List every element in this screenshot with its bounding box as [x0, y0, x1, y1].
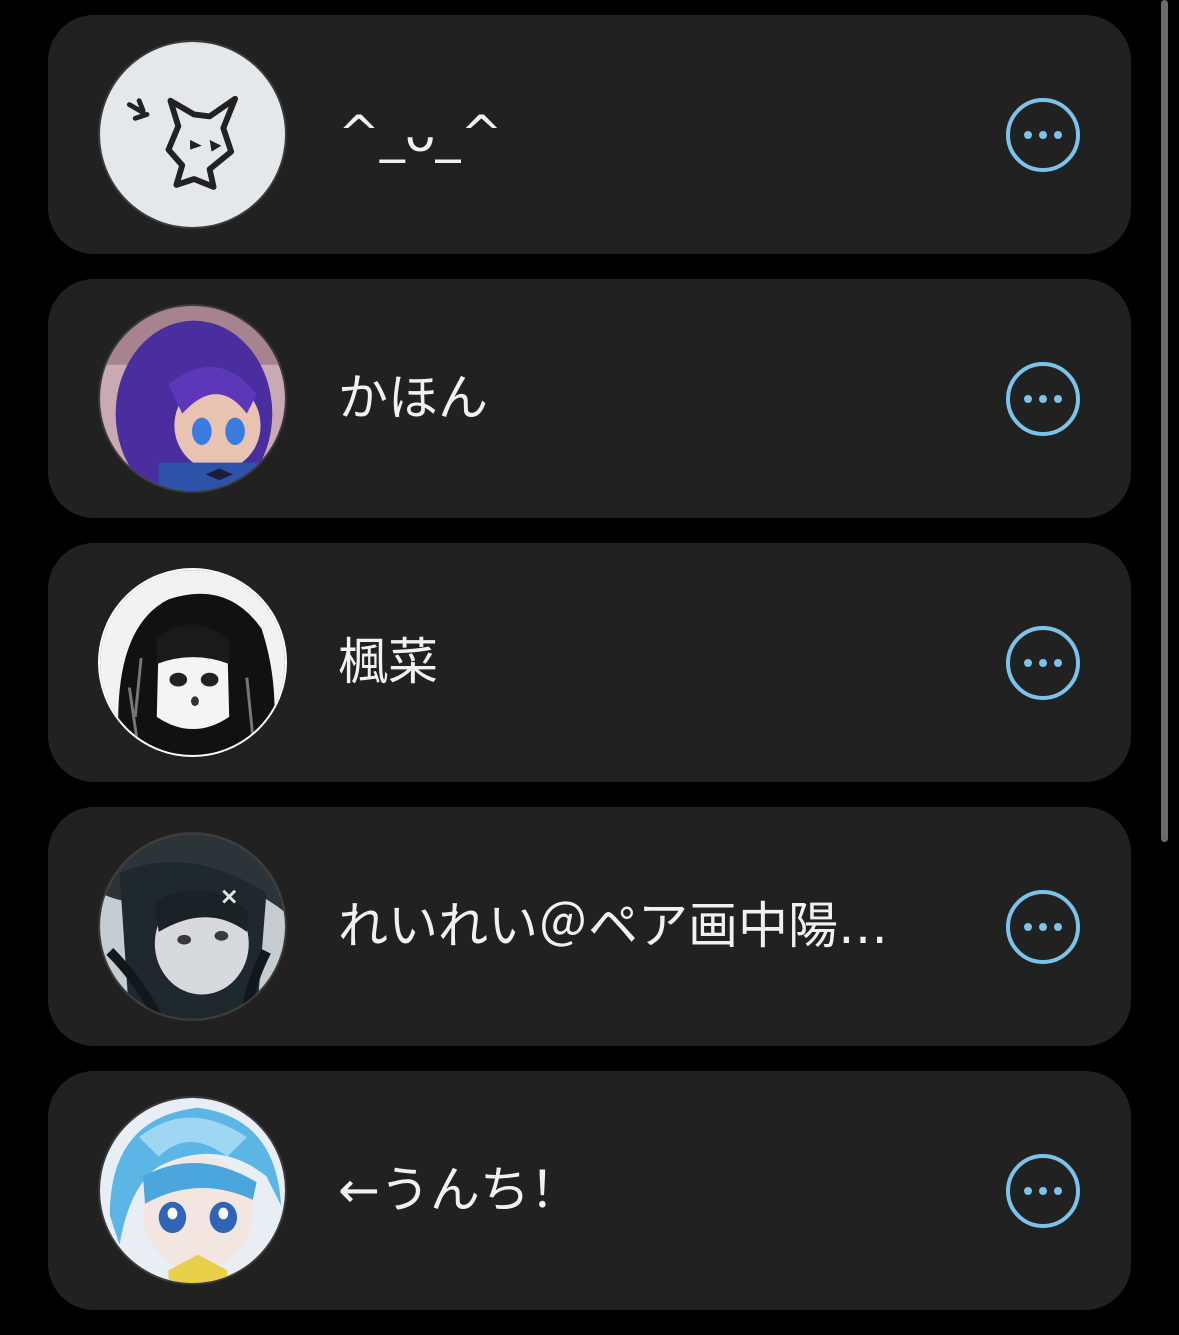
user-card[interactable]: 楓菜 — [48, 543, 1131, 782]
dot — [1054, 923, 1062, 931]
dot — [1024, 395, 1032, 403]
blue-hair-boy-avatar-image — [100, 1098, 285, 1283]
dot — [1054, 131, 1062, 139]
user-name: 楓菜 — [338, 633, 438, 691]
cat-doodle-avatar-image — [100, 42, 285, 227]
dot — [1054, 659, 1062, 667]
dot — [1054, 395, 1062, 403]
dot — [1039, 1187, 1047, 1195]
dot — [1024, 131, 1032, 139]
user-name: れいれい＠ペア画中陽… — [338, 897, 888, 955]
avatar[interactable] — [98, 40, 287, 229]
dot — [1024, 923, 1032, 931]
more-options-icon[interactable] — [1006, 1154, 1080, 1228]
avatar[interactable] — [98, 568, 287, 757]
avatar[interactable] — [98, 832, 287, 1021]
user-card[interactable]: かほん — [48, 279, 1131, 518]
avatar[interactable] — [98, 1096, 287, 1285]
user-card[interactable]: ←うんち！ — [48, 1071, 1131, 1310]
more-options-icon[interactable] — [1006, 98, 1080, 172]
more-options-icon[interactable] — [1006, 890, 1080, 964]
user-card[interactable]: ^_ᴗ_^ — [48, 15, 1131, 254]
user-name: ←うんち！ — [338, 1161, 580, 1219]
purple-hair-girl-avatar-image — [100, 306, 285, 491]
dot — [1039, 923, 1047, 931]
avatar[interactable] — [98, 304, 287, 493]
dot — [1039, 395, 1047, 403]
more-options-icon[interactable] — [1006, 362, 1080, 436]
dot — [1039, 131, 1047, 139]
user-name: ^_ᴗ_^ — [338, 105, 503, 163]
dot — [1054, 1187, 1062, 1195]
dot — [1039, 659, 1047, 667]
dot — [1024, 1187, 1032, 1195]
user-name: かほん — [338, 369, 488, 427]
dot — [1024, 659, 1032, 667]
monochrome-girl-avatar-image — [100, 570, 285, 755]
user-card[interactable]: れいれい＠ペア画中陽… — [48, 807, 1131, 1046]
scrollbar[interactable] — [1161, 0, 1168, 842]
more-options-icon[interactable] — [1006, 626, 1080, 700]
dark-hair-girl-avatar-image — [100, 834, 285, 1019]
user-list: ^_ᴗ_^ かほん 楓菜 れいれい＠ペア画中陽… ←うんち！ — [48, 15, 1131, 1335]
